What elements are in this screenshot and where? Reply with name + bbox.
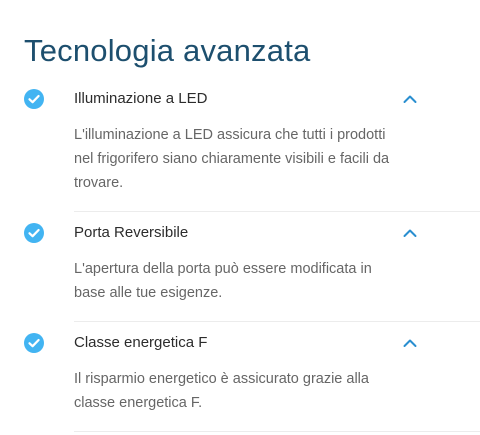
divider: [74, 321, 480, 322]
accordion-title: Porta Reversibile: [74, 224, 189, 241]
check-circle-icon: [24, 89, 44, 109]
accordion-title: Illuminazione a LED: [74, 90, 208, 107]
accordion-title: Classe energetica F: [74, 334, 208, 351]
accordion-header-energy[interactable]: Classe energetica F: [0, 329, 480, 359]
divider: [74, 211, 480, 212]
section-title: Tecnologia avanzata: [24, 32, 311, 68]
chevron-up-icon[interactable]: [402, 225, 418, 241]
chevron-up-icon[interactable]: [402, 91, 418, 107]
divider: [74, 431, 480, 432]
check-circle-icon: [24, 223, 44, 243]
accordion-description: L'illuminazione a LED assicura che tutti…: [74, 127, 390, 191]
accordion-header-led[interactable]: Illuminazione a LED: [0, 85, 480, 115]
accordion-description: Il risparmio energetico è assicurato gra…: [74, 371, 369, 411]
check-circle-icon: [24, 333, 44, 353]
chevron-up-icon[interactable]: [402, 335, 418, 351]
accordion-header-door[interactable]: Porta Reversibile: [0, 219, 480, 249]
accordion-description: L'apertura della porta può essere modifi…: [74, 261, 372, 301]
